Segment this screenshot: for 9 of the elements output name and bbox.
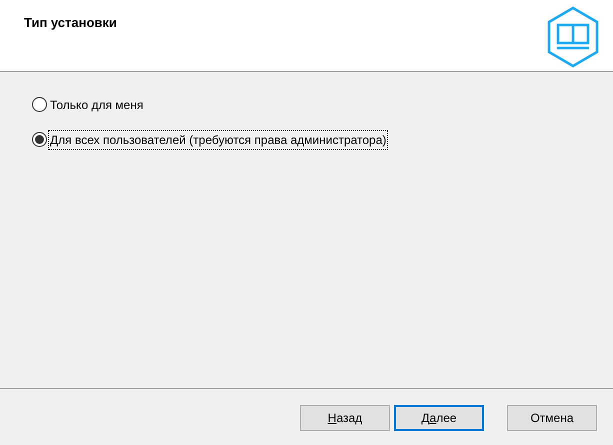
dialog-button[interactable]: Далее	[394, 405, 484, 431]
dialog-button[interactable]: Назад	[300, 405, 390, 431]
window-hexagon-icon	[546, 6, 600, 68]
dialog-button[interactable]: Отмена	[507, 405, 597, 431]
radio-option[interactable]: Только для меня	[32, 95, 144, 114]
radio-button[interactable]	[32, 132, 47, 147]
page-title: Тип установки	[24, 14, 117, 31]
option-label: Только для меня	[49, 96, 144, 114]
radio-button[interactable]	[32, 97, 47, 112]
